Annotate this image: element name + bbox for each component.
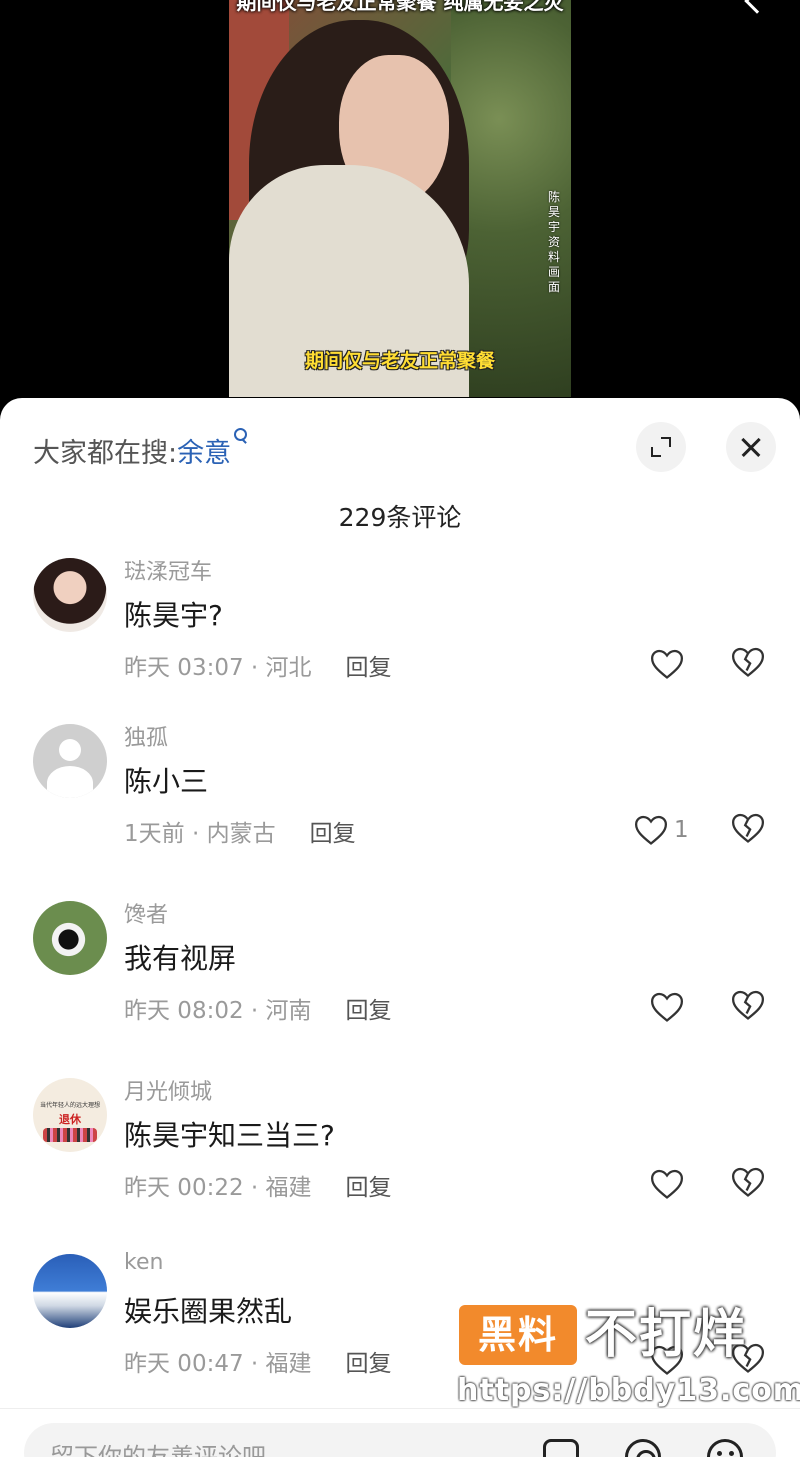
- dislike-button[interactable]: [731, 989, 767, 1025]
- watermark-badge: 黑料: [459, 1305, 577, 1365]
- avatar[interactable]: [33, 1254, 107, 1328]
- comment-meta: 昨天 00:22 · 福建 回复: [124, 1168, 392, 1202]
- comment-time-location: 昨天 00:22 · 福建: [124, 1175, 312, 1201]
- comment-input-bar: 留下你的友善评论吧: [0, 1408, 800, 1457]
- trending-search-term[interactable]: 余意: [177, 438, 231, 469]
- reply-button[interactable]: 回复: [346, 655, 392, 681]
- default-avatar-head: [59, 739, 81, 761]
- comment-text[interactable]: 陈昊宇知三当三?: [124, 1114, 335, 1154]
- heart-outline-icon: [650, 992, 684, 1022]
- comment-username[interactable]: ken: [124, 1250, 163, 1275]
- comment-item: 当代年轻人的远大理想 退休 月光倾城 陈昊宇知三当三? 昨天 00:22 · 福…: [0, 1078, 800, 1254]
- comment-meta: 昨天 08:02 · 河南 回复: [124, 991, 392, 1025]
- avatar-crowd: [43, 1128, 97, 1142]
- close-button[interactable]: [726, 422, 776, 472]
- reply-button[interactable]: 回复: [346, 1175, 392, 1201]
- like-button[interactable]: [650, 1166, 690, 1202]
- heart-outline-icon: [650, 1169, 684, 1199]
- trending-search-prefix: 大家都在搜:: [33, 438, 178, 469]
- comment-username[interactable]: 馋者: [124, 897, 168, 929]
- comment-input-placeholder[interactable]: 留下你的友善评论吧: [50, 1437, 266, 1457]
- avatar[interactable]: [33, 901, 107, 975]
- comment-meta: 1天前 · 内蒙古 回复: [124, 814, 356, 848]
- expand-icon: [651, 437, 671, 457]
- default-avatar-body: [47, 766, 93, 798]
- watermark-title: 不打烊: [585, 1305, 748, 1365]
- comment-time-location: 昨天 08:02 · 河南: [124, 998, 312, 1024]
- video-player[interactable]: 期间仅与老友正常聚餐 纯属无妄之灾 陈昊宇资料画面 期间仅与老友正常聚餐: [0, 0, 800, 430]
- avatar[interactable]: [33, 724, 107, 798]
- comment-text[interactable]: 陈小三: [124, 760, 208, 800]
- comment-item: 馋者 我有视屏 昨天 08:02 · 河南 回复: [0, 901, 800, 1077]
- broken-heart-icon: [731, 647, 765, 677]
- comment-item: 独孤 陈小三 1天前 · 内蒙古 回复 1: [0, 724, 800, 900]
- like-button[interactable]: [650, 989, 690, 1025]
- search-icon: [233, 428, 248, 448]
- site-watermark: 黑料 不打烊 https://bbdy13.com: [457, 1303, 800, 1413]
- image-icon[interactable]: [543, 1439, 579, 1457]
- comment-time-location: 1天前 · 内蒙古: [124, 821, 276, 847]
- comment-text[interactable]: 娱乐圈果然乱: [124, 1290, 292, 1330]
- video-subtitle: 期间仅与老友正常聚餐: [304, 350, 495, 372]
- comment-text[interactable]: 我有视屏: [124, 937, 236, 977]
- reply-button[interactable]: 回复: [310, 821, 356, 847]
- watermark-url: https://bbdy13.com: [457, 1373, 800, 1408]
- comment-item: 琺渘冠车 陈昊宇? 昨天 03:07 · 河北 回复: [0, 558, 800, 734]
- comment-username[interactable]: 独孤: [124, 720, 168, 752]
- broken-heart-icon: [731, 1167, 765, 1197]
- dislike-button[interactable]: [731, 646, 767, 682]
- comment-count: 229条评论: [338, 503, 462, 532]
- comment-username[interactable]: 月光倾城: [124, 1074, 212, 1106]
- dislike-button[interactable]: [731, 812, 767, 848]
- like-button[interactable]: [650, 646, 690, 682]
- heart-outline-icon: [650, 649, 684, 679]
- like-button[interactable]: 1: [634, 812, 689, 848]
- comment-sheet: 大家都在搜:余意 229条评论 琺渘冠车 陈昊宇? 昨天 03:07 · 河北回…: [0, 398, 800, 1457]
- avatar-caption: 当代年轻人的远大理想: [39, 1102, 100, 1109]
- avatar[interactable]: 当代年轻人的远大理想 退休: [33, 1078, 107, 1152]
- broken-heart-icon: [731, 813, 765, 843]
- avatar-caption-large: 退休: [59, 1113, 81, 1126]
- comment-meta: 昨天 03:07 · 河北 回复: [124, 648, 392, 682]
- comment-meta: 昨天 00:47 · 福建 回复: [124, 1344, 392, 1378]
- comment-text[interactable]: 陈昊宇?: [124, 594, 223, 634]
- avatar[interactable]: [33, 558, 107, 632]
- reply-button[interactable]: 回复: [346, 1351, 392, 1377]
- comment-time-location: 昨天 03:07 · 河北: [124, 655, 312, 681]
- expand-button[interactable]: [636, 422, 686, 472]
- heart-outline-icon: [634, 815, 668, 845]
- comment-time-location: 昨天 00:47 · 福建: [124, 1351, 312, 1377]
- video-vertical-caption: 陈昊宇资料画面: [547, 190, 560, 294]
- trending-search[interactable]: 大家都在搜:余意: [33, 428, 248, 470]
- like-count: 1: [674, 817, 689, 843]
- chevron-icon[interactable]: [744, 0, 770, 14]
- reply-button[interactable]: 回复: [346, 998, 392, 1024]
- video-frame[interactable]: 期间仅与老友正常聚餐 纯属无妄之灾 陈昊宇资料画面 期间仅与老友正常聚餐: [229, 0, 571, 397]
- broken-heart-icon: [731, 990, 765, 1020]
- video-top-caption: 期间仅与老友正常聚餐 纯属无妄之灾: [236, 0, 564, 14]
- dislike-button[interactable]: [731, 1166, 767, 1202]
- comment-username[interactable]: 琺渘冠车: [124, 554, 212, 586]
